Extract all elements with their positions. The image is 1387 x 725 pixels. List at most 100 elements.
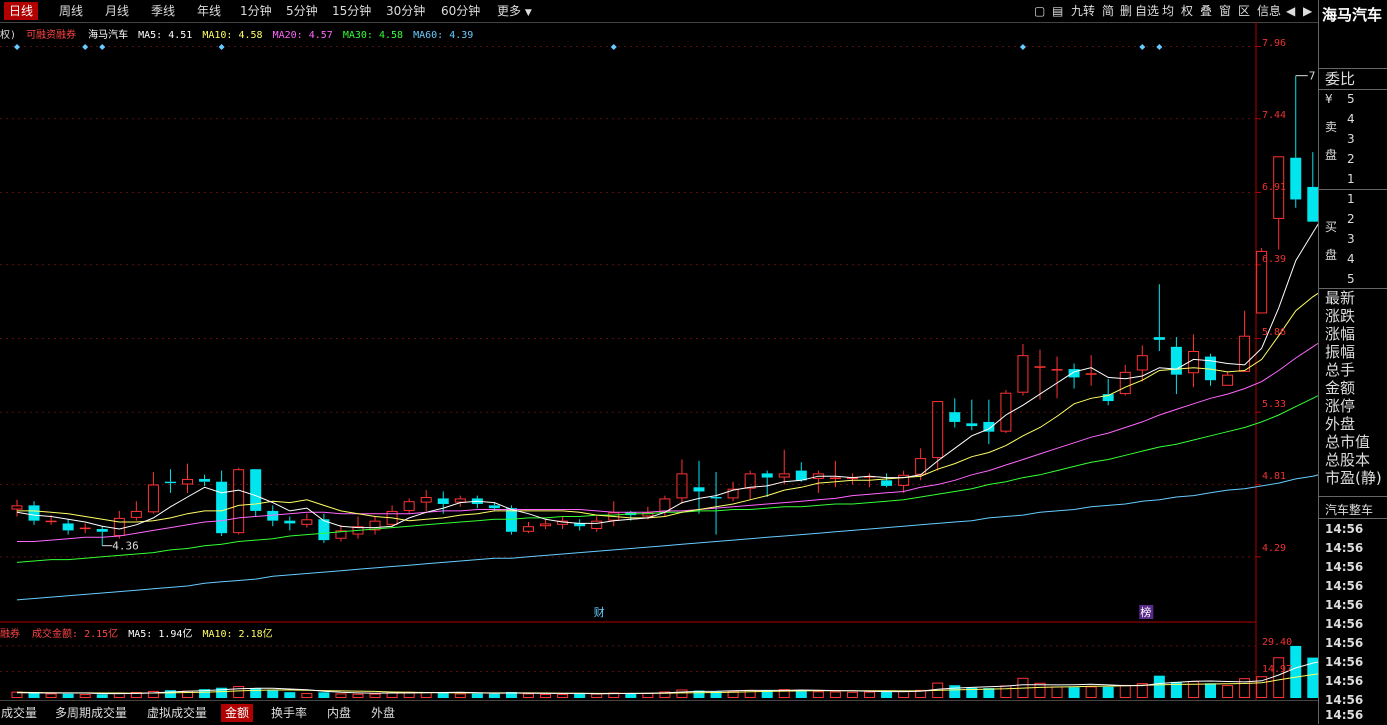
tool-watchlist[interactable]: 自选 bbox=[1135, 3, 1159, 19]
tab-more[interactable]: 更多 ▼ bbox=[492, 2, 537, 20]
arrow-left-icon[interactable]: ◀ bbox=[1286, 3, 1295, 19]
yen-icon: ¥ bbox=[1325, 92, 1333, 106]
tab-1min[interactable]: 1分钟 bbox=[235, 2, 277, 20]
volume-bar-up bbox=[864, 691, 875, 699]
candle-body-up bbox=[1222, 374, 1234, 386]
ma20-line bbox=[17, 342, 1318, 542]
volume-ma5-line bbox=[16, 661, 1318, 695]
tool-delete[interactable]: 删 bbox=[1120, 3, 1132, 19]
tool-average[interactable]: 均 bbox=[1162, 3, 1174, 19]
vol-legend-label: 成交金额: bbox=[32, 629, 79, 640]
ma30-legend: MA30: 4.58 bbox=[342, 30, 404, 41]
candle-body-up bbox=[233, 469, 245, 534]
volume-bar-up bbox=[676, 689, 688, 698]
candle-body-down bbox=[28, 505, 40, 521]
price-tick: 7.44 bbox=[1262, 110, 1287, 121]
candle-body-down bbox=[488, 505, 500, 509]
vol-legend-value: 2.15亿 bbox=[84, 629, 119, 640]
tab-turnover[interactable]: 换手率 bbox=[267, 704, 311, 722]
tick-time: 14:56 bbox=[1325, 617, 1364, 631]
candle-body-up bbox=[1119, 371, 1131, 395]
grid-icon[interactable]: ▤ bbox=[1052, 3, 1063, 19]
stock-title: 海马汽车 bbox=[1322, 6, 1383, 24]
tab-weekly[interactable]: 周线 bbox=[54, 2, 88, 20]
candle-body-up bbox=[301, 519, 313, 525]
vol-ma10-legend: MA10: 2.18亿 bbox=[202, 629, 273, 640]
volume-bar-up bbox=[540, 693, 552, 699]
tab-multi-period-volume[interactable]: 多周期成交量 bbox=[51, 704, 131, 722]
tab-inner-volume[interactable]: 内盘 bbox=[323, 704, 355, 722]
candle-body-down bbox=[1307, 186, 1318, 222]
volume-bar-up bbox=[1222, 685, 1234, 698]
volume-bar-up bbox=[1000, 685, 1012, 698]
field-amount: 金额 bbox=[1325, 379, 1356, 397]
price-tick: 7.96 bbox=[1262, 38, 1287, 49]
candle-body-down bbox=[1290, 157, 1302, 200]
tab-virtual-volume[interactable]: 虚拟成交量 bbox=[143, 704, 211, 722]
tab-volume[interactable]: 成交量 bbox=[0, 704, 41, 722]
tick-time: 14:56 bbox=[1325, 598, 1364, 612]
tab-60min[interactable]: 60分钟 bbox=[436, 2, 485, 20]
tab-daily[interactable]: 日线 bbox=[4, 2, 39, 20]
tab-15min[interactable]: 15分钟 bbox=[327, 2, 376, 20]
candle-body-down bbox=[966, 423, 978, 427]
event-marker bbox=[610, 44, 617, 50]
field-total-shares: 总股本 bbox=[1325, 451, 1371, 469]
candle-body-up bbox=[778, 473, 790, 478]
tab-30min[interactable]: 30分钟 bbox=[381, 2, 430, 20]
tick-time: 14:56 bbox=[1325, 708, 1364, 722]
vol-legend-prefix: 融券 bbox=[0, 629, 20, 640]
tool-overlay[interactable]: 叠 bbox=[1200, 3, 1212, 19]
candle-body-down bbox=[949, 412, 961, 422]
volume-bar-down bbox=[574, 693, 586, 698]
candle-body-down bbox=[1068, 369, 1080, 378]
candle-body-up bbox=[1136, 355, 1148, 371]
tool-jiuzhuan[interactable]: 九转 bbox=[1071, 3, 1095, 19]
tool-window[interactable]: 窗 bbox=[1219, 3, 1231, 19]
volume-bar-up bbox=[79, 694, 91, 698]
candle-body-up bbox=[454, 498, 466, 503]
moving-average-lines bbox=[16, 223, 1318, 695]
volume-bar-up bbox=[352, 693, 364, 699]
candle-body-down bbox=[199, 478, 211, 482]
volume-bar-up bbox=[1034, 682, 1046, 698]
tool-info[interactable]: 信息 bbox=[1257, 3, 1281, 19]
tab-amount[interactable]: 金额 bbox=[221, 704, 254, 722]
field-total-volume: 总手 bbox=[1325, 361, 1356, 379]
tab-outer-volume[interactable]: 外盘 bbox=[367, 704, 399, 722]
volume-bar-up bbox=[898, 691, 910, 699]
candle-body-down bbox=[437, 498, 449, 504]
event-marker bbox=[1019, 44, 1026, 50]
candle-body-down bbox=[693, 487, 705, 492]
candle-body-up bbox=[676, 473, 688, 499]
volume-bar-up bbox=[386, 692, 398, 698]
sell-level: 2 bbox=[1347, 152, 1355, 166]
sell-level: 3 bbox=[1347, 132, 1355, 146]
tool-rights[interactable]: 权 bbox=[1181, 3, 1193, 19]
tab-yearly[interactable]: 年线 bbox=[192, 2, 226, 20]
kline-chart[interactable]: 7.754.366.64-6.78财榜 bbox=[0, 22, 1318, 700]
sell-label-2: 盘 bbox=[1325, 148, 1338, 162]
buy-label-1: 买 bbox=[1325, 220, 1338, 234]
tab-5min[interactable]: 5分钟 bbox=[281, 2, 323, 20]
tab-quarterly[interactable]: 季线 bbox=[146, 2, 180, 20]
event-tag-bang: 榜 bbox=[1140, 605, 1151, 619]
tool-range[interactable]: 区 bbox=[1238, 3, 1250, 19]
sector-label[interactable]: 汽车整车 bbox=[1325, 501, 1373, 518]
candle-body-up bbox=[420, 497, 432, 503]
arrow-right-icon[interactable]: ▶ bbox=[1303, 3, 1312, 19]
tool-jian[interactable]: 简 bbox=[1102, 3, 1114, 19]
price-tick: 5.33 bbox=[1262, 399, 1287, 410]
volume-bar-up bbox=[846, 691, 858, 698]
tab-monthly[interactable]: 月线 bbox=[100, 2, 134, 20]
candle-body-down bbox=[1153, 337, 1165, 340]
field-limit-up: 涨停 bbox=[1325, 397, 1356, 415]
ma20-legend: MA20: 4.57 bbox=[272, 30, 333, 41]
candle-body-up bbox=[744, 473, 756, 489]
volume-bar-down bbox=[949, 685, 961, 698]
square-icon[interactable]: ▢ bbox=[1034, 3, 1045, 19]
candle-body-up bbox=[591, 520, 603, 530]
volume-legend: 融券 成交金额: 2.15亿 MA5: 1.94亿 MA10: 2.18亿 bbox=[0, 625, 273, 640]
event-marker bbox=[1139, 44, 1146, 50]
ma10-line bbox=[17, 292, 1318, 523]
